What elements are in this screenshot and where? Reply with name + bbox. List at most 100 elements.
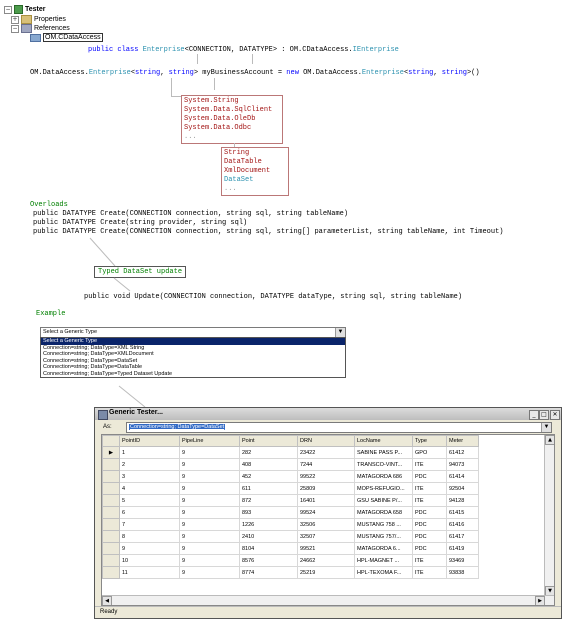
table-cell[interactable]: 61416 <box>446 518 479 531</box>
table-row[interactable]: 2 9 408 7244 TRANSCO-VINT... ITE 94073 <box>102 458 479 471</box>
table-cell[interactable]: MUSTANG 758 ... <box>354 518 413 531</box>
table-cell[interactable]: 4 <box>119 482 180 495</box>
column-header[interactable]: PointID <box>119 435 180 447</box>
expand-icon[interactable]: + <box>11 15 19 24</box>
table-cell[interactable]: 8576 <box>239 554 298 567</box>
row-header[interactable] <box>102 518 120 531</box>
table-cell[interactable]: 8 <box>119 530 180 543</box>
table-cell[interactable]: 25219 <box>297 566 355 579</box>
table-cell[interactable]: 16401 <box>297 494 355 507</box>
table-cell[interactable]: 61415 <box>446 506 479 519</box>
table-cell[interactable]: 282 <box>239 446 298 459</box>
row-header[interactable] <box>102 554 120 567</box>
table-row[interactable]: ▶ 1 9 282 23422 SABINE PASS P... GPO 61412 <box>102 446 479 459</box>
vertical-scrollbar[interactable]: ▲ ▼ <box>544 435 554 596</box>
table-cell[interactable]: 452 <box>239 470 298 483</box>
table-cell[interactable]: SABINE PASS P... <box>354 446 413 459</box>
table-cell[interactable]: 9 <box>179 470 240 483</box>
table-cell[interactable]: MATAGORDA 686 <box>354 470 413 483</box>
scroll-up-icon[interactable]: ▲ <box>545 435 554 445</box>
tree-item-dll[interactable]: OM.CDataAccess <box>30 33 103 42</box>
table-cell[interactable]: TRANSCO-VINT... <box>354 458 413 471</box>
table-cell[interactable]: 99524 <box>297 506 355 519</box>
table-cell[interactable]: 2410 <box>239 530 298 543</box>
table-cell[interactable]: 408 <box>239 458 298 471</box>
scroll-left-icon[interactable]: ◀ <box>102 596 112 605</box>
table-cell[interactable]: 1 <box>119 446 180 459</box>
row-header[interactable] <box>102 566 120 579</box>
table-cell[interactable]: 24662 <box>297 554 355 567</box>
row-header[interactable] <box>102 482 120 495</box>
table-cell[interactable]: ITE <box>412 554 447 567</box>
table-row[interactable]: 5 9 872 16401 GSU SABINE P/... ITE 94128 <box>102 494 479 507</box>
dropdown-arrow-icon[interactable]: ▼ <box>335 328 345 337</box>
table-cell[interactable]: ITE <box>412 494 447 507</box>
table-cell[interactable]: 6 <box>119 506 180 519</box>
table-cell[interactable]: 9 <box>179 482 240 495</box>
table-cell[interactable]: 93838 <box>446 566 479 579</box>
table-cell[interactable]: 10 <box>119 554 180 567</box>
table-cell[interactable]: MATAGORDA 6... <box>354 542 413 555</box>
row-header[interactable] <box>102 530 120 543</box>
table-cell[interactable]: 25809 <box>297 482 355 495</box>
row-header[interactable] <box>102 542 120 555</box>
scroll-right-icon[interactable]: ▶ <box>535 596 545 605</box>
table-cell[interactable]: PDC <box>412 542 447 555</box>
row-header[interactable]: ▶ <box>102 446 120 459</box>
table-cell[interactable]: ITE <box>412 566 447 579</box>
table-cell[interactable]: 7 <box>119 518 180 531</box>
column-header[interactable]: LocName <box>354 435 413 447</box>
table-cell[interactable]: 8774 <box>239 566 298 579</box>
table-cell[interactable]: 9 <box>179 554 240 567</box>
table-cell[interactable]: 61412 <box>446 446 479 459</box>
table-row[interactable]: 8 9 2410 32507 MUSTANG 757/... PDC 61417 <box>102 530 479 543</box>
table-cell[interactable]: 9 <box>179 518 240 531</box>
table-row[interactable]: 11 9 8774 25219 HPL-TEXOMA F... ITE 93838 <box>102 566 479 579</box>
table-cell[interactable]: 9 <box>179 566 240 579</box>
table-cell[interactable]: PDC <box>412 506 447 519</box>
table-cell[interactable]: 61414 <box>446 470 479 483</box>
table-row[interactable]: 3 9 452 99522 MATAGORDA 686 PDC 61414 <box>102 470 479 483</box>
dropdown-option[interactable]: Connection=string; DataType=Typed Datase… <box>41 371 345 378</box>
table-cell[interactable]: 9 <box>179 446 240 459</box>
table-cell[interactable]: 8104 <box>239 542 298 555</box>
collapse-icon[interactable]: − <box>11 24 19 33</box>
table-cell[interactable]: 99521 <box>297 542 355 555</box>
dropdown-arrow-icon[interactable]: ▼ <box>541 423 551 432</box>
table-cell[interactable]: 5 <box>119 494 180 507</box>
table-cell[interactable]: 9 <box>179 530 240 543</box>
table-cell[interactable]: GPO <box>412 446 447 459</box>
table-cell[interactable]: 893 <box>239 506 298 519</box>
table-cell[interactable]: 3 <box>119 470 180 483</box>
table-cell[interactable]: 99522 <box>297 470 355 483</box>
table-cell[interactable]: 611 <box>239 482 298 495</box>
table-cell[interactable]: 9 <box>179 542 240 555</box>
table-cell[interactable]: 23422 <box>297 446 355 459</box>
table-cell[interactable]: GSU SABINE P/... <box>354 494 413 507</box>
table-cell[interactable]: 92504 <box>446 482 479 495</box>
row-header[interactable] <box>102 458 120 471</box>
table-cell[interactable]: 32507 <box>297 530 355 543</box>
horizontal-scrollbar[interactable]: ◀ ▶ <box>102 595 554 605</box>
row-header[interactable] <box>102 494 120 507</box>
table-cell[interactable]: 94128 <box>446 494 479 507</box>
table-cell[interactable]: PDC <box>412 530 447 543</box>
tree-item-properties[interactable]: + Properties <box>11 15 66 24</box>
table-cell[interactable]: 61419 <box>446 542 479 555</box>
table-cell[interactable]: 11 <box>119 566 180 579</box>
table-cell[interactable]: MUSTANG 757/... <box>354 530 413 543</box>
maximize-button[interactable]: □ <box>539 410 549 420</box>
table-row[interactable]: 7 9 1226 32506 MUSTANG 758 ... PDC 61416 <box>102 518 479 531</box>
table-cell[interactable]: 61417 <box>446 530 479 543</box>
table-cell[interactable]: 2 <box>119 458 180 471</box>
table-cell[interactable]: ITE <box>412 458 447 471</box>
table-cell[interactable]: 9 <box>119 542 180 555</box>
table-cell[interactable]: 872 <box>239 494 298 507</box>
table-cell[interactable]: PDC <box>412 470 447 483</box>
table-row[interactable]: 4 9 611 25809 MOPS-REFUGIO... ITE 92504 <box>102 482 479 495</box>
table-cell[interactable]: HPL-MAGNET ... <box>354 554 413 567</box>
table-cell[interactable]: 94073 <box>446 458 479 471</box>
table-cell[interactable]: HPL-TEXOMA F... <box>354 566 413 579</box>
table-cell[interactable]: 9 <box>179 494 240 507</box>
table-cell[interactable]: MATAGORDA 658 <box>354 506 413 519</box>
